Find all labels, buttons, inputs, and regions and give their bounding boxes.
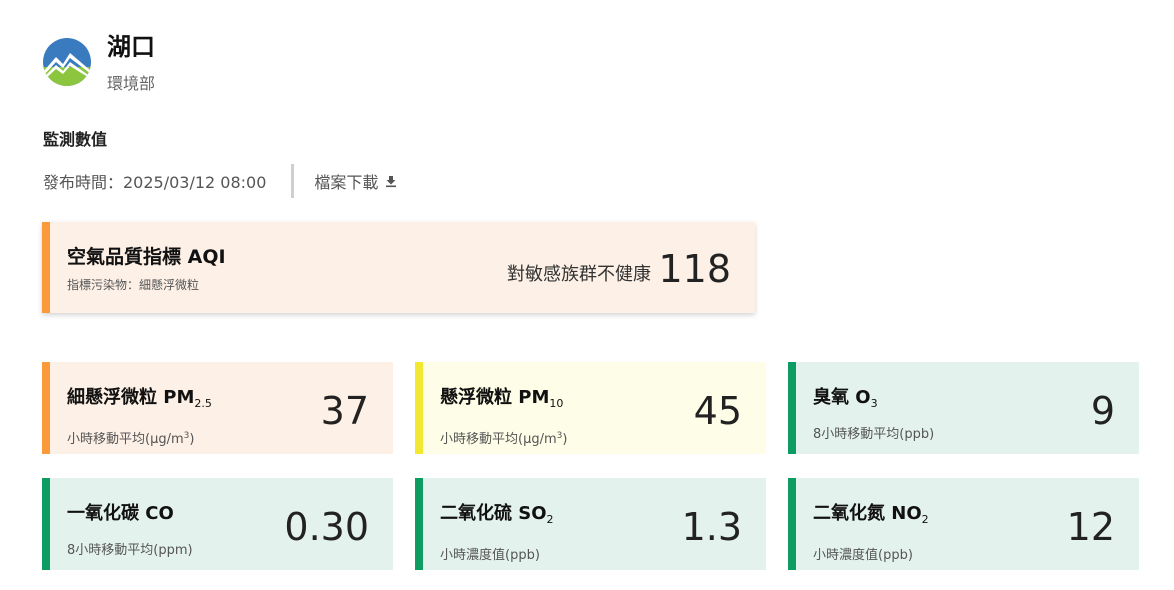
pm10-value: 45 xyxy=(693,389,742,433)
download-label: 檔案下載 xyxy=(314,173,379,192)
no2-unit: 小時濃度值(ppb) xyxy=(813,548,913,563)
so2-name: 二氧化硫 SO2 xyxy=(440,503,554,526)
no2-value: 12 xyxy=(1066,505,1115,549)
so2-value: 1.3 xyxy=(681,505,742,549)
download-icon xyxy=(386,176,397,188)
aqi-card: 空氣品質指標 AQI 指標污染物：細懸浮微粒 對敏感族群不健康 118 xyxy=(42,222,755,313)
agency-name: 環境部 xyxy=(107,74,156,93)
co-unit: 8小時移動平均(ppm) xyxy=(67,543,193,558)
o3-value: 9 xyxy=(1090,389,1115,433)
co-value: 0.30 xyxy=(284,505,369,549)
pm10-name: 懸浮微粒 PM10 xyxy=(440,387,564,410)
pm25-unit: 小時移動平均(μg/m3) xyxy=(67,431,195,447)
o3-unit: 8小時移動平均(ppb) xyxy=(813,427,935,442)
section-title: 監測數值 xyxy=(43,130,108,149)
aqi-pollutant: 指標污染物：細懸浮微粒 xyxy=(67,278,200,292)
co-name: 一氧化碳 CO xyxy=(67,503,174,524)
pm25-name: 細懸浮微粒 PM2.5 xyxy=(67,387,212,410)
pm10-card: 懸浮微粒 PM10 小時移動平均(μg/m3) 45 xyxy=(415,362,766,454)
so2-card: 二氧化硫 SO2 小時濃度值(ppb) 1.3 xyxy=(415,478,766,570)
aqi-value: 118 xyxy=(658,247,731,291)
pm25-card: 細懸浮微粒 PM2.5 小時移動平均(μg/m3) 37 xyxy=(42,362,393,454)
divider xyxy=(291,164,295,198)
pm25-value: 37 xyxy=(320,389,369,433)
co-card: 一氧化碳 CO 8小時移動平均(ppm) 0.30 xyxy=(42,478,393,570)
pm10-unit: 小時移動平均(μg/m3) xyxy=(440,431,568,447)
so2-unit: 小時濃度值(ppb) xyxy=(440,548,540,563)
o3-name: 臭氧 O3 xyxy=(813,387,878,410)
no2-card: 二氧化氮 NO2 小時濃度值(ppb) 12 xyxy=(788,478,1139,570)
no2-name: 二氧化氮 NO2 xyxy=(813,503,929,526)
publish-time: 發布時間：2025/03/12 08:00 xyxy=(43,173,267,192)
o3-card: 臭氧 O3 8小時移動平均(ppb) 9 xyxy=(788,362,1139,454)
agency-logo-icon xyxy=(43,38,91,86)
station-name: 湖口 xyxy=(107,33,155,61)
download-link[interactable]: 檔案下載 xyxy=(314,169,398,193)
aqi-title: 空氣品質指標 AQI xyxy=(67,246,226,268)
aqi-status: 對敏感族群不健康 xyxy=(507,264,651,285)
publish-row: 發布時間：2025/03/12 08:00 檔案下載 xyxy=(43,164,398,198)
